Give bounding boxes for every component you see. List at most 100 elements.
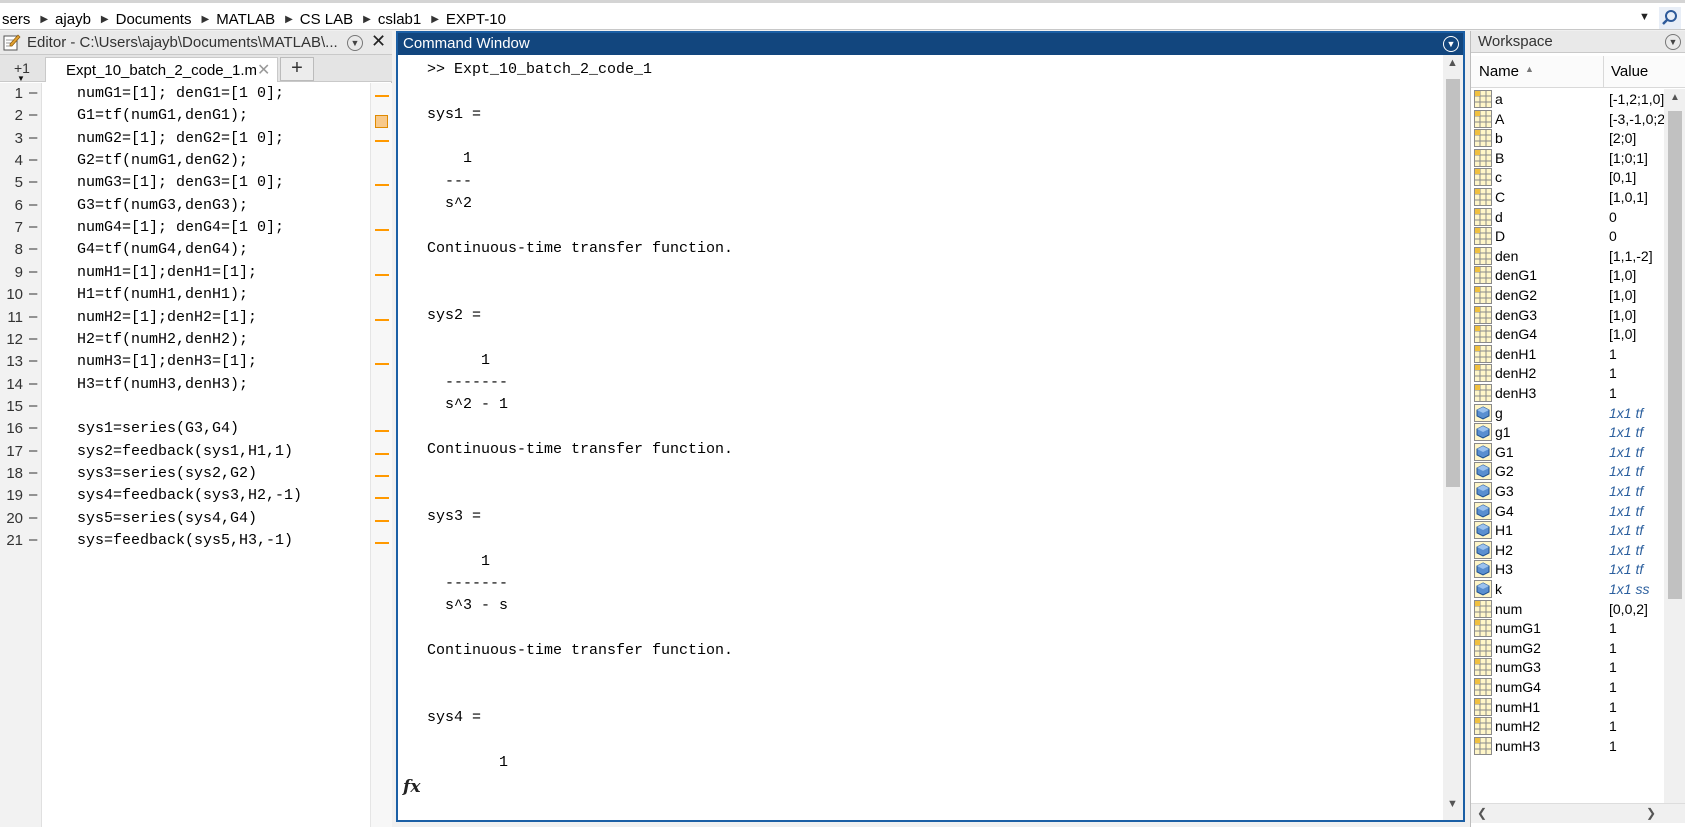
workspace-row-H3[interactable]: H3 1x1 tf [1471,559,1664,580]
code-text[interactable]: G3=tf(numG3,denG3); [77,197,248,214]
code-line[interactable]: 2– G1=tf(numG1,denG1); [0,105,392,129]
breadcrumb-separator-icon[interactable]: ▶ [359,14,376,25]
breakpoint-slot[interactable]: – [29,84,37,101]
code-text[interactable]: numG1=[1]; denG1=[1 0]; [77,85,284,102]
code-text[interactable]: numG2=[1]; denG2=[1 0]; [77,130,284,147]
breadcrumb-item[interactable]: MATLAB [214,11,281,28]
code-text[interactable]: numH1=[1];denH1=[1]; [77,264,257,281]
code-text[interactable]: H2=tf(numH2,denH2); [77,331,248,348]
workspace-row-b[interactable]: b [2;0] [1471,128,1664,149]
warning-marker[interactable] [375,542,389,544]
workspace-row-H2[interactable]: H2 1x1 tf [1471,540,1664,561]
workspace-row-B[interactable]: B [1;0;1] [1471,148,1664,169]
workspace-row-numH1[interactable]: numH1 1 [1471,697,1664,718]
breakpoint-slot[interactable]: – [29,509,37,526]
close-icon[interactable]: ✕ [371,31,386,52]
workspace-row-a[interactable]: a [-1,2;1,0] [1471,89,1664,110]
workspace-row-denH1[interactable]: denH1 1 [1471,344,1664,365]
workspace-row-numG2[interactable]: numG2 1 [1471,638,1664,659]
workspace-row-den[interactable]: den [1,1,-2] [1471,246,1664,267]
code-line[interactable]: 14– H3=tf(numH3,denH3); [0,374,392,398]
code-text[interactable]: G4=tf(numG4,denG4); [77,241,248,258]
breakpoint-slot[interactable]: – [29,106,37,123]
tab-expt-10-file[interactable]: Expt_10_batch_2_code_1.m ✕ [45,57,278,82]
code-line[interactable]: 13– numH3=[1];denH3=[1]; [0,351,392,375]
workspace-row-numG3[interactable]: numG3 1 [1471,657,1664,678]
code-text[interactable]: sys3=series(sys2,G2) [77,465,257,482]
breakpoint-slot[interactable]: – [29,151,37,168]
warning-marker[interactable] [375,139,389,142]
code-line[interactable]: 12– H2=tf(numH2,denH2); [0,329,392,353]
command-window-menu-icon[interactable]: ▼ [1443,36,1459,52]
warning-marker[interactable] [375,519,389,522]
workspace-menu-icon[interactable]: ▼ [1665,34,1681,50]
new-tab-button[interactable]: + [280,57,314,81]
breakpoint-slot[interactable]: – [29,218,37,235]
breadcrumb-separator-icon[interactable]: ▶ [427,14,444,25]
scrollbar-thumb[interactable] [1446,79,1460,487]
code-text[interactable]: numG3=[1]; denG3=[1 0]; [77,174,284,191]
workspace-row-k[interactable]: k 1x1 ss [1471,579,1664,600]
breakpoint-slot[interactable]: – [29,464,37,481]
command-window-scrollbar[interactable]: ▲ ▼ [1443,55,1463,820]
editor-marker-bar[interactable] [370,83,392,827]
address-bar[interactable]: sers ▶ ajayb ▶ Documents ▶ MATLAB ▶ CS LAB ▶ cslab… [0,0,1685,30]
code-line[interactable]: 5– numG3=[1]; denG3=[1 0]; [0,172,392,196]
breakpoint-slot[interactable]: – [29,240,37,257]
command-output[interactable]: >> Expt_10_batch_2_code_1 sys1 = 1 --- s^… [398,55,1441,820]
workspace-row-A[interactable]: A [-3,-1,0;2, [1471,109,1664,130]
workspace-horizontal-scrollbar[interactable]: ❮ ❯ [1471,803,1685,823]
tab-list-caret-icon[interactable]: ▼ [17,74,25,83]
workspace-row-G1[interactable]: G1 1x1 tf [1471,442,1664,463]
workspace-row-numG4[interactable]: numG4 1 [1471,677,1664,698]
breadcrumb-item[interactable]: CS LAB [298,11,359,28]
breakpoint-slot[interactable]: – [29,375,37,392]
code-line[interactable]: 7– numG4=[1]; denG4=[1 0]; [0,217,392,241]
tab-close-icon[interactable]: ✕ [257,60,270,80]
search-icon[interactable] [1659,7,1681,29]
sort-ascending-icon[interactable]: ▲ [1525,64,1534,74]
workspace-row-d[interactable]: d0 [1471,207,1664,228]
workspace-row-H1[interactable]: H1 1x1 tf [1471,520,1664,541]
code-line[interactable]: 21– sys=feedback(sys5,H3,-1) [0,530,392,554]
code-text[interactable]: sys4=feedback(sys3,H2,-1) [77,487,302,504]
workspace-row-numH3[interactable]: numH3 1 [1471,736,1664,757]
column-divider[interactable] [1603,56,1604,88]
workspace-row-denG3[interactable]: denG3 [1,0] [1471,305,1664,326]
breadcrumb-separator-icon[interactable]: ▶ [97,14,114,25]
code-line[interactable]: 19– sys4=feedback(sys3,H2,-1) [0,485,392,509]
breakpoint-slot[interactable]: – [29,285,37,302]
code-text[interactable]: sys5=series(sys4,G4) [77,510,257,527]
code-line[interactable]: 17– sys2=feedback(sys1,H1,1) [0,441,392,465]
warning-marker[interactable] [375,318,389,321]
scroll-down-icon[interactable]: ▼ [1447,798,1458,810]
workspace-row-numG1[interactable]: numG1 1 [1471,618,1664,639]
breadcrumb-item[interactable]: EXPT-10 [444,11,512,28]
code-text[interactable]: sys1=series(G3,G4) [77,420,239,437]
workspace-row-g1[interactable]: g1 1x1 tf [1471,422,1664,443]
breakpoint-slot[interactable]: – [29,196,37,213]
breadcrumb-item[interactable]: Documents [114,11,198,28]
address-dropdown-icon[interactable]: ▼ [1639,11,1650,23]
code-line[interactable]: 3– numG2=[1]; denG2=[1 0]; [0,128,392,152]
warning-marker[interactable] [375,430,389,433]
code-text[interactable]: sys=feedback(sys5,H3,-1) [77,532,293,549]
breakpoint-slot[interactable]: – [29,308,37,325]
breadcrumb-item[interactable]: sers [0,11,36,28]
code-line[interactable]: 16– sys1=series(G3,G4) [0,418,392,442]
warning-marker[interactable] [375,95,389,97]
code-text[interactable]: sys2=feedback(sys1,H1,1) [77,443,293,460]
code-text[interactable]: H1=tf(numH1,denH1); [77,286,248,303]
breakpoint-slot[interactable]: – [29,263,37,280]
workspace-row-denG1[interactable]: denG1 [1,0] [1471,265,1664,286]
workspace-row-G3[interactable]: G3 1x1 tf [1471,481,1664,502]
warning-marker[interactable] [375,497,389,500]
warning-marker[interactable] [375,184,389,187]
workspace-row-g[interactable]: g 1x1 tf [1471,403,1664,424]
breakpoint-slot[interactable]: – [29,173,37,190]
scroll-up-icon[interactable]: ▲ [1670,92,1680,103]
scroll-right-icon[interactable]: ❯ [1646,806,1656,820]
breakpoint-slot[interactable]: – [29,330,37,347]
breadcrumb-item[interactable]: cslab1 [376,11,427,28]
breadcrumb-separator-icon[interactable]: ▶ [281,14,298,25]
